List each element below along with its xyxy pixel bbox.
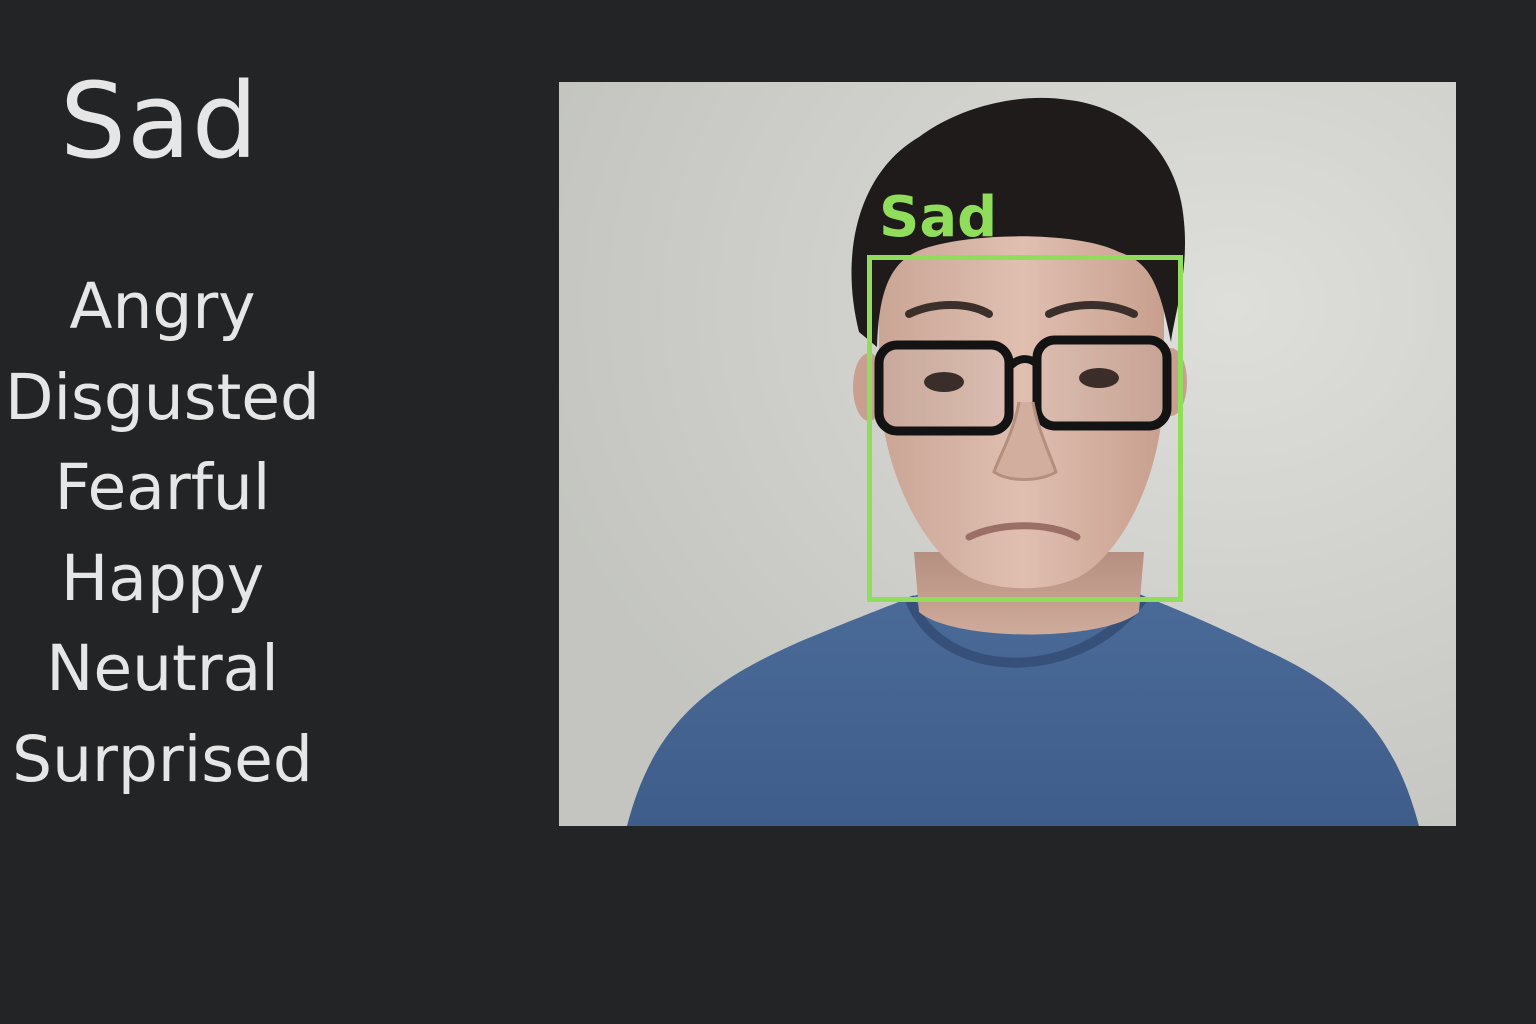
- emotion-item-neutral: Neutral: [46, 632, 279, 705]
- emotion-list: Angry Disgusted Fearful Happy Neutral Su…: [0, 262, 325, 805]
- face-detection-label: Sad: [879, 185, 998, 250]
- emotion-detector-window: Sad Angry Disgusted Fearful Happy Neutra…: [0, 0, 1536, 1024]
- emotion-item-happy: Happy: [60, 541, 265, 615]
- emotion-item-angry: Angry: [69, 270, 256, 343]
- current-emotion-label: Sad: [60, 60, 259, 182]
- emotion-item-disgusted: Disgusted: [4, 360, 321, 434]
- emotion-item-fearful: Fearful: [54, 451, 271, 524]
- emotion-item-surprised: Surprised: [12, 722, 313, 796]
- face-bounding-box: [867, 255, 1183, 602]
- camera-feed: Sad: [559, 82, 1456, 826]
